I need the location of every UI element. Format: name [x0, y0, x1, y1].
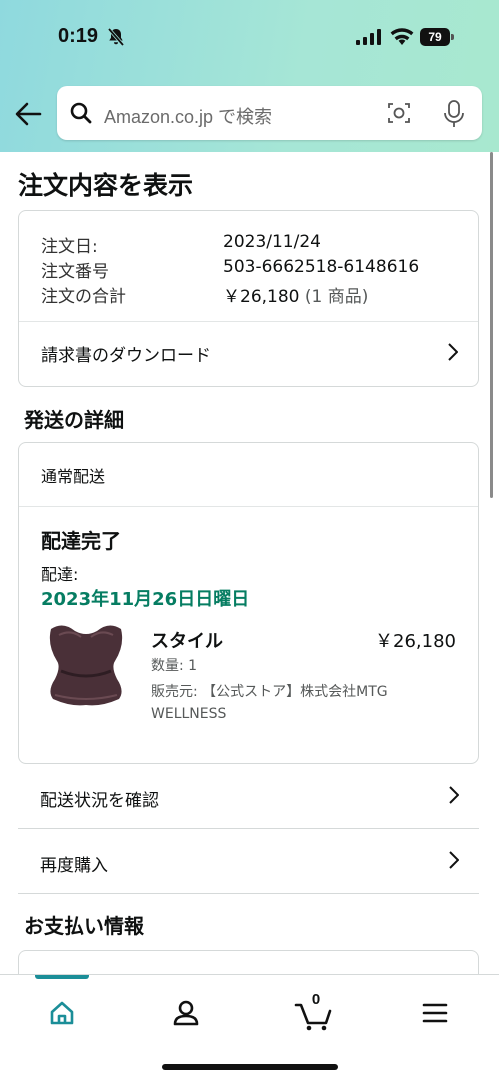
search-input[interactable]: Amazon.co.jp で検索: [104, 103, 272, 129]
order-total-label: 注文の合計: [41, 287, 126, 307]
cart-button[interactable]: 0: [292, 991, 336, 1033]
payment-section-title: お支払い情報: [24, 914, 144, 938]
silent-bell-icon: [107, 27, 125, 47]
delivery-date: 2023年11月26日日曜日: [41, 589, 250, 610]
scrollbar[interactable]: [490, 152, 493, 498]
track-package-label: 配送状況を確認: [40, 791, 159, 811]
chevron-right-icon: [449, 786, 459, 804]
shipping-card: 通常配送 配達完了 配達: 2023年11月26日日曜日 スタイル ￥26,18…: [18, 442, 479, 764]
product-price: ￥26,180: [375, 631, 456, 652]
delivery-status: 配達完了: [41, 529, 121, 553]
battery-level: 79: [420, 28, 450, 46]
order-number-value: 503-6662518-6148616: [223, 257, 420, 277]
buy-again-link[interactable]: 再度購入: [18, 830, 479, 894]
battery-icon: 79: [420, 28, 456, 46]
signal-icon: [356, 29, 381, 45]
active-tab-indicator: [35, 975, 89, 979]
camera-search-icon[interactable]: [387, 101, 411, 125]
cart-count-badge: 0: [311, 991, 321, 1008]
invoice-download-link[interactable]: 請求書のダウンロード: [19, 322, 478, 382]
order-date-label: 注文日:: [41, 237, 98, 257]
back-arrow-icon[interactable]: [14, 100, 42, 128]
search-icon: [70, 102, 92, 124]
page-title: 注文内容を表示: [18, 171, 194, 200]
header: 0:19 79 Amazon.co.jp で検索: [0, 0, 499, 152]
chevron-right-icon: [449, 851, 459, 869]
microphone-icon[interactable]: [443, 100, 465, 128]
wifi-icon: [390, 28, 414, 45]
order-total-value: ￥26,180 (1 商品): [223, 287, 369, 307]
chevron-right-icon: [448, 343, 458, 361]
shipping-type: 通常配送: [41, 467, 106, 486]
status-time: 0:19: [58, 25, 99, 47]
product-quantity: 数量: 1: [151, 658, 198, 674]
search-bar[interactable]: Amazon.co.jp で検索: [57, 86, 482, 140]
buy-again-label: 再度購入: [40, 856, 108, 876]
order-summary-card: 注文日: 2023/11/24 注文番号 503-6662518-6148616…: [18, 210, 479, 387]
product-name[interactable]: スタイル: [151, 627, 223, 653]
shipping-section-title: 発送の詳細: [24, 408, 124, 432]
track-package-link[interactable]: 配送状況を確認: [18, 765, 479, 829]
status-bar: 0:19 79: [0, 20, 499, 56]
product-image[interactable]: [41, 621, 131, 711]
home-icon[interactable]: [42, 993, 82, 1033]
delivery-label: 配達:: [41, 565, 79, 584]
product-seller: 販売元: 【公式ストア】株式会社MTG WELLNESS: [151, 684, 388, 722]
invoice-download-label: 請求書のダウンロード: [41, 346, 211, 366]
order-date-value: 2023/11/24: [223, 232, 321, 252]
menu-icon[interactable]: [415, 993, 455, 1033]
order-number-label: 注文番号: [41, 262, 109, 282]
home-indicator[interactable]: [162, 1064, 338, 1070]
account-icon[interactable]: [166, 993, 206, 1033]
